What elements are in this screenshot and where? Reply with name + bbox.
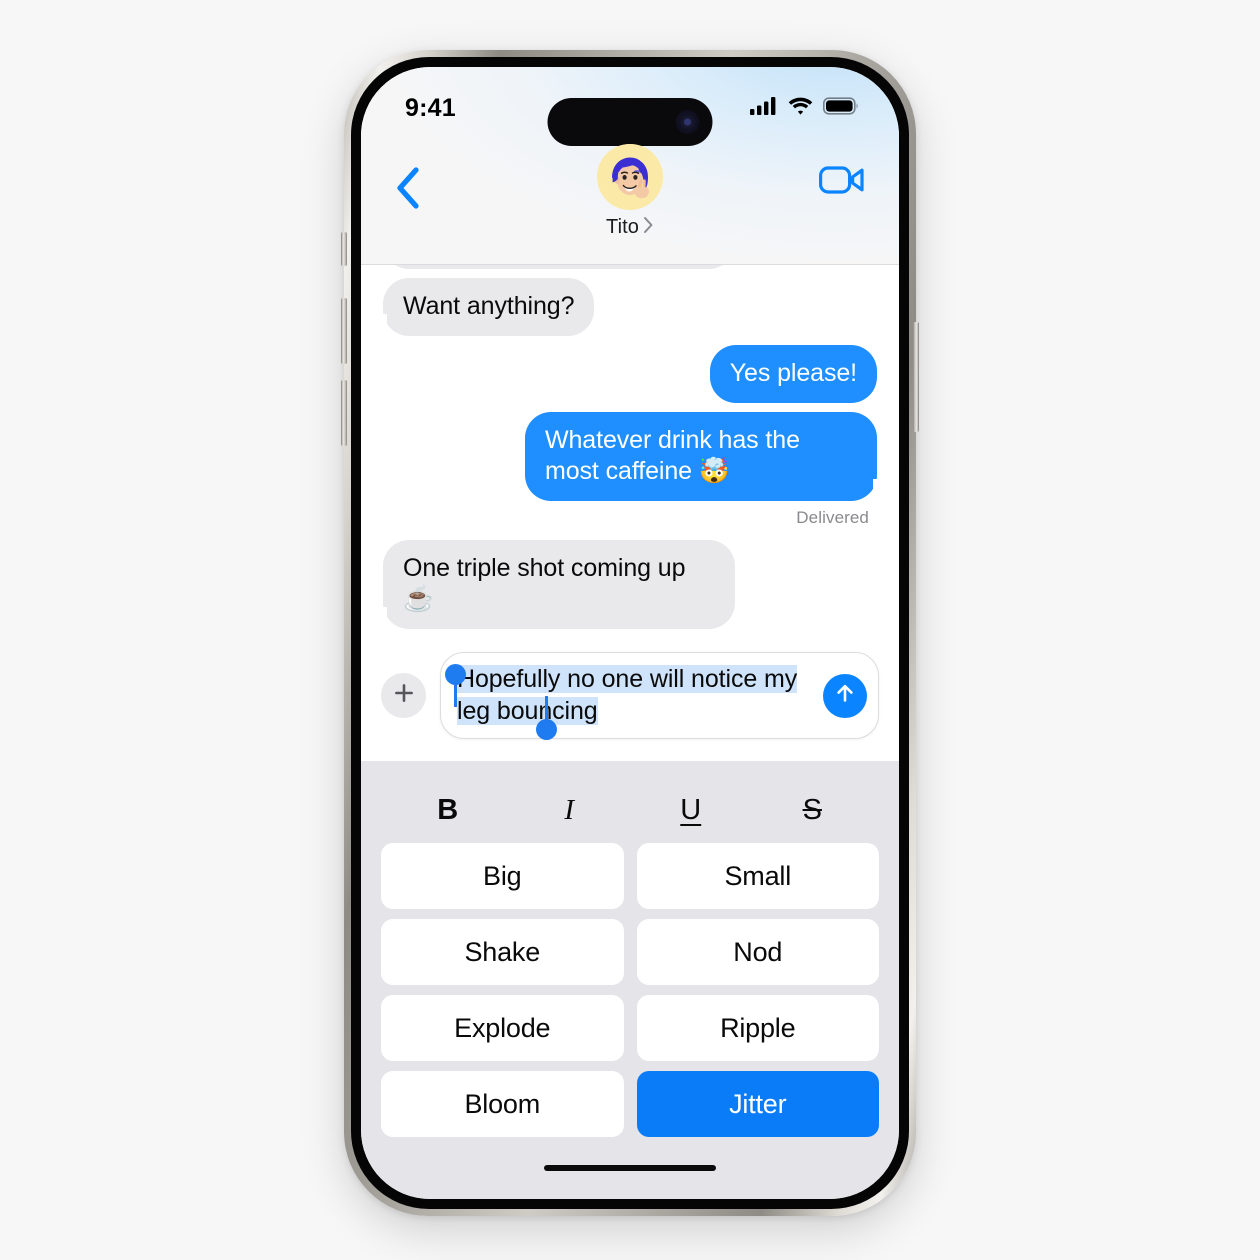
wifi-icon <box>787 96 814 121</box>
conversation-list[interactable]: So far awayyyyyy Running out to grab a c… <box>361 265 899 642</box>
contact-name: Tito <box>606 216 639 238</box>
cellular-bars-icon <box>750 96 778 121</box>
status-time: 9:41 <box>405 93 456 122</box>
selection-start-handle[interactable] <box>445 664 466 685</box>
strikethrough-button[interactable]: S <box>752 794 874 827</box>
message-row[interactable]: Whatever drink has the most caffeine 🤯 <box>383 412 887 501</box>
home-bar-area <box>361 1145 899 1199</box>
volume-down-button[interactable] <box>341 380 347 446</box>
message-row[interactable]: One triple shot coming up ☕ <box>373 540 877 629</box>
message-composer: Hopefully no one will notice my leg boun… <box>361 642 899 761</box>
power-button[interactable] <box>913 322 919 432</box>
memoji-avatar-icon <box>597 144 663 210</box>
effects-grid: Big Small Shake Nod Explode Ripple Bloom… <box>381 843 879 1145</box>
message-input-field[interactable]: Hopefully no one will notice my leg boun… <box>440 652 879 740</box>
phone-frame: 9:41 Tito Want anything? Yes please! Wha… <box>341 50 919 1216</box>
message-row[interactable]: Running out to grab a coffee ☕ <box>383 265 877 269</box>
delivered-status-row: Delivered <box>383 508 869 528</box>
selection-end-handle[interactable] <box>536 719 557 740</box>
effect-button-small[interactable]: Small <box>636 843 879 909</box>
composer-selected-text[interactable]: Hopefully no one will notice my leg boun… <box>457 665 797 725</box>
volume-up-button[interactable] <box>341 298 347 364</box>
composer-text[interactable]: Hopefully no one will notice my leg boun… <box>457 664 820 727</box>
chevron-right-icon <box>643 216 654 239</box>
contact-header-block[interactable]: Tito <box>441 144 819 239</box>
effect-button-big[interactable]: Big <box>381 843 624 909</box>
action-button[interactable] <box>341 232 347 266</box>
message-bubble[interactable]: Running out to grab a coffee ☕ <box>383 265 735 269</box>
effect-button-jitter[interactable]: Jitter <box>636 1071 879 1137</box>
contact-name-row[interactable]: Tito <box>606 216 654 239</box>
chevron-left-icon <box>395 167 421 214</box>
plus-icon <box>392 681 416 710</box>
effect-button-bloom[interactable]: Bloom <box>381 1071 624 1137</box>
facetime-button[interactable] <box>819 164 865 201</box>
status-icons <box>750 96 859 121</box>
message-row[interactable]: Want anything? <box>372 278 877 336</box>
effect-button-nod[interactable]: Nod <box>636 919 879 985</box>
text-effects-panel: B I U S Big Small Shake Nod Explode Ripp… <box>361 761 899 1145</box>
message-bubble[interactable]: One triple shot coming up ☕ <box>373 540 735 629</box>
format-toolbar: B I U S <box>381 777 879 843</box>
message-bubble[interactable]: Want anything? <box>372 278 595 336</box>
effect-button-shake[interactable]: Shake <box>381 919 624 985</box>
effect-button-explode[interactable]: Explode <box>381 995 624 1061</box>
chat-header: 9:41 Tito <box>361 67 899 265</box>
back-button[interactable] <box>395 166 441 215</box>
header-bar: Tito <box>361 132 899 264</box>
underline-button[interactable]: U <box>630 794 752 827</box>
front-camera-icon <box>675 110 700 134</box>
message-bubble[interactable]: Yes please! <box>709 345 877 403</box>
send-button[interactable] <box>823 673 867 718</box>
bold-button[interactable]: B <box>387 794 509 827</box>
italic-button[interactable]: I <box>509 794 631 827</box>
effect-button-ripple[interactable]: Ripple <box>636 995 879 1061</box>
home-indicator[interactable] <box>544 1165 716 1171</box>
message-row[interactable]: Yes please! <box>383 345 877 403</box>
battery-full-icon <box>823 96 859 121</box>
add-attachment-button[interactable] <box>381 673 426 718</box>
delivered-status: Delivered <box>796 508 869 527</box>
video-camera-icon <box>819 164 865 201</box>
message-bubble[interactable]: Whatever drink has the most caffeine 🤯 <box>525 412 887 501</box>
phone-screen: 9:41 Tito Want anything? Yes please! Wha… <box>361 67 899 1199</box>
avatar[interactable] <box>597 144 663 210</box>
arrow-up-icon <box>833 681 857 710</box>
